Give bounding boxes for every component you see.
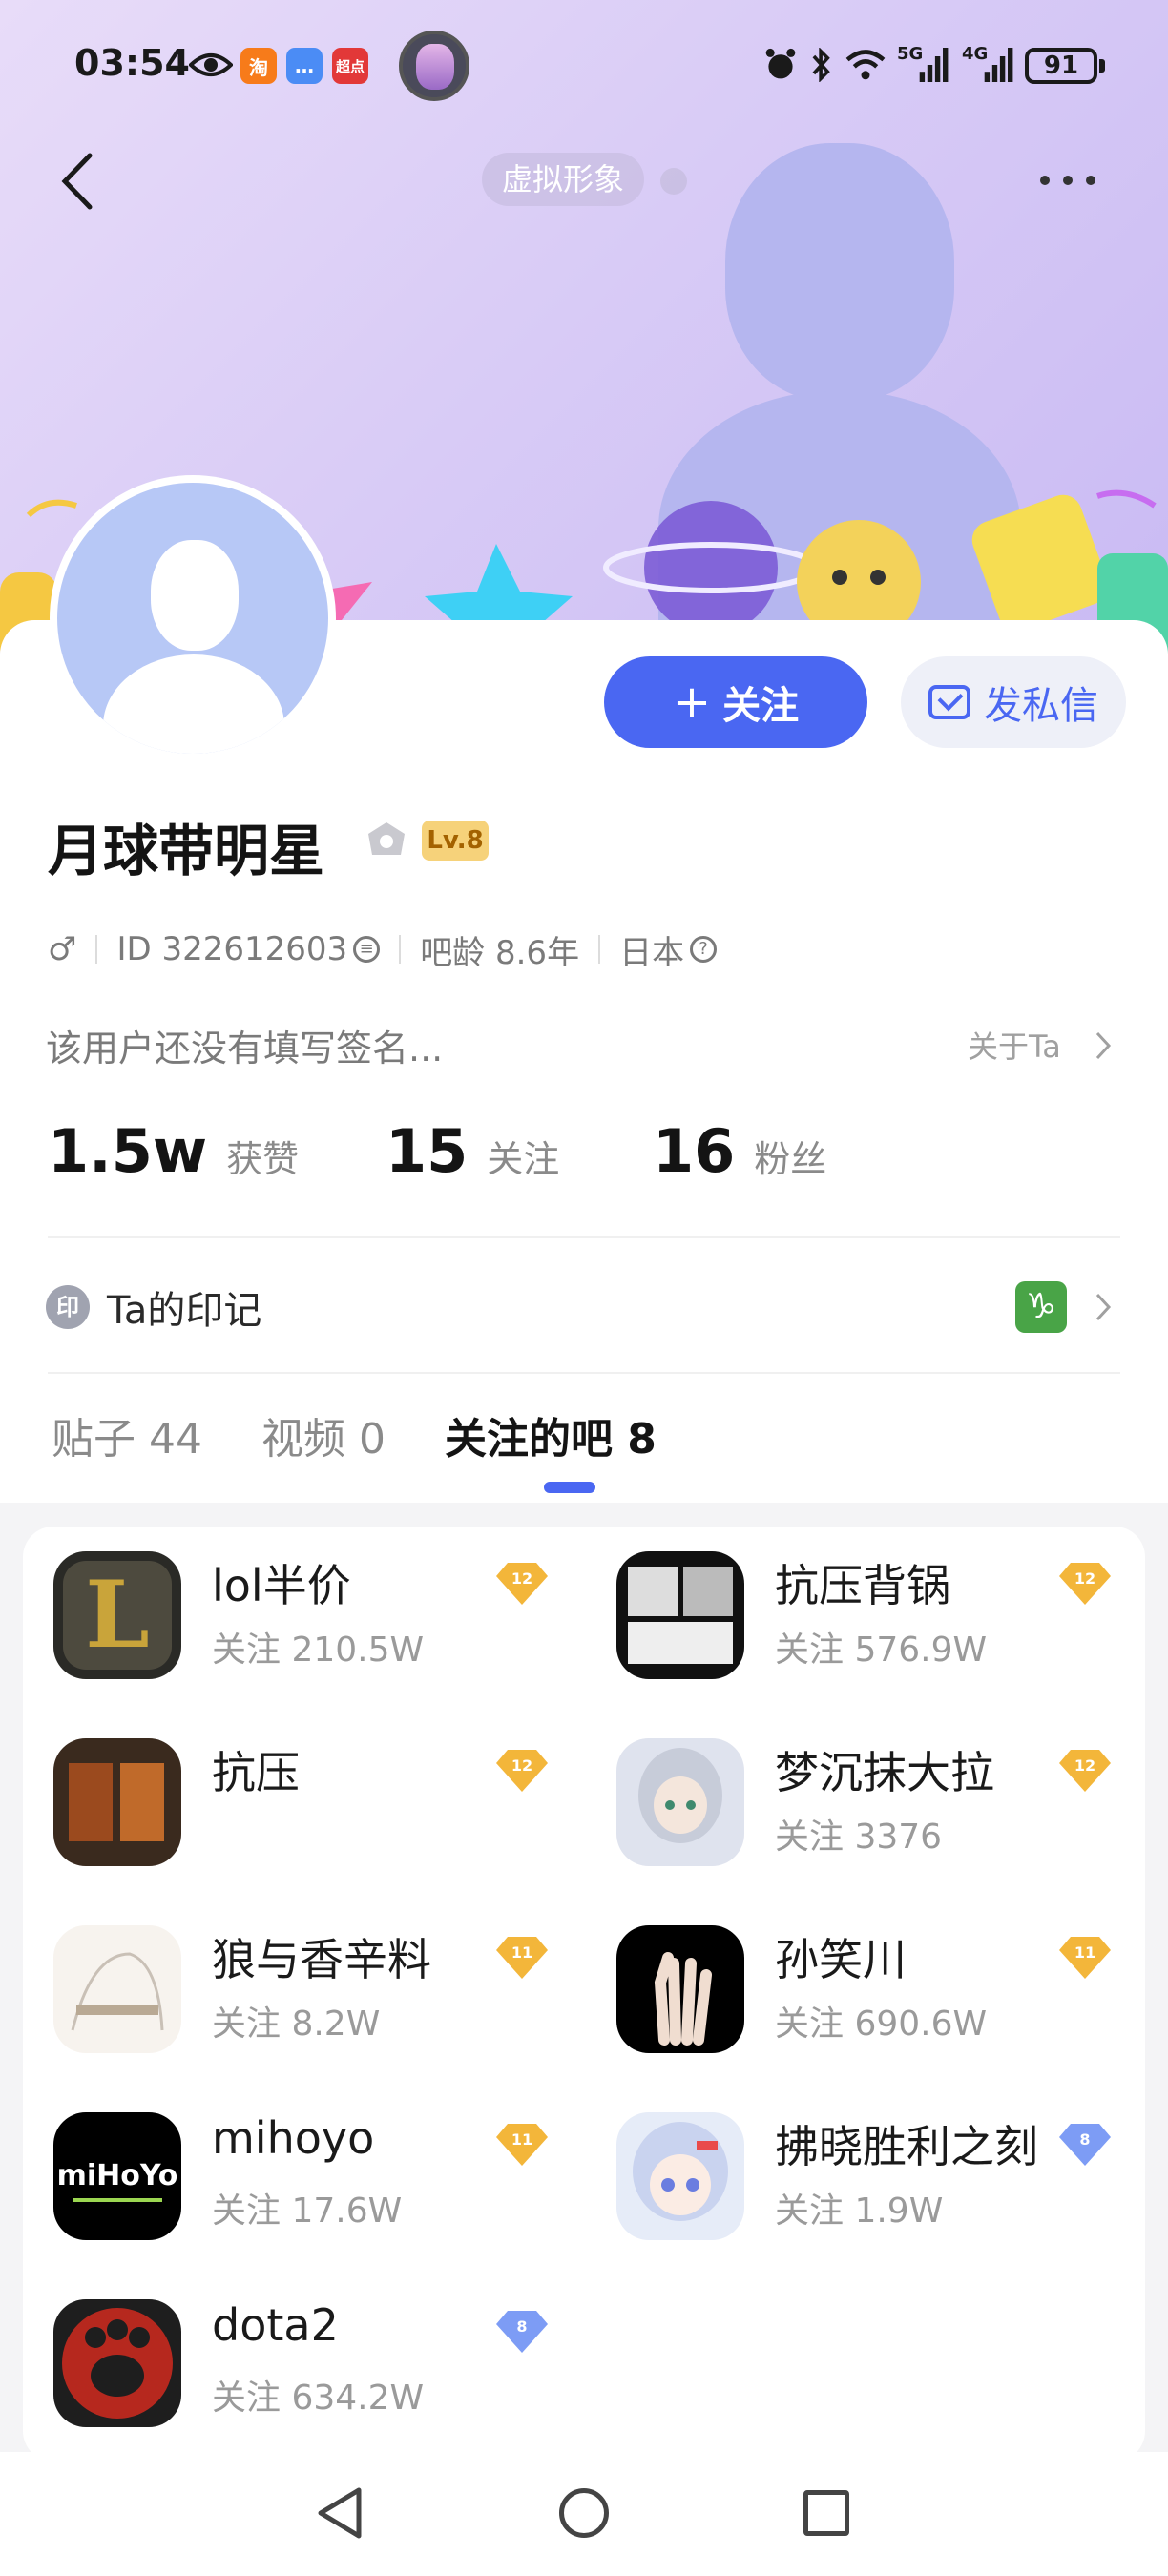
avatar[interactable]: [50, 475, 336, 761]
back-button[interactable]: [53, 148, 101, 215]
status-time: 03:54: [74, 42, 190, 84]
bar-thumbnail: [616, 2112, 744, 2240]
message-app-icon: …: [286, 48, 323, 84]
mail-icon: [928, 685, 970, 719]
bar-item-kangya-beiguo[interactable]: 抗压背锅 关注 576.9W 12: [586, 1551, 1120, 1694]
chevron-right-icon[interactable]: [1094, 1030, 1113, 1061]
bar-item-sunxiaochuan[interactable]: 孙笑川 关注 690.6W 11: [586, 1925, 1120, 2068]
level-gem-icon: 12: [1059, 1563, 1111, 1605]
bar-thumbnail: [53, 2299, 181, 2427]
bar-thumbnail: [53, 1738, 181, 1866]
more-options-button[interactable]: [1040, 162, 1101, 200]
divider: [48, 1372, 1120, 1374]
level-gem-icon: 12: [496, 1750, 548, 1792]
svg-text:miHoYo: miHoYo: [57, 2159, 178, 2192]
status-bar: 03:54 淘 … 超点 5G 4G 91: [0, 0, 1168, 134]
level-gem-icon: 11: [496, 1937, 548, 1979]
svg-text:8: 8: [516, 2317, 527, 2336]
username: 月球带明星: [48, 819, 325, 883]
tab-posts[interactable]: 贴子 44: [52, 1404, 202, 1471]
stats-row: 1.5w 获赞 15 关注 16 粉丝: [48, 1116, 826, 1193]
nav-recent-apps-icon[interactable]: [803, 2490, 849, 2536]
nav-back-icon[interactable]: [315, 2486, 366, 2540]
bar-item-dota2[interactable]: dota2 关注 634.2W 8: [23, 2299, 557, 2442]
virtual-avatar-pill[interactable]: 虚拟形象: [482, 153, 644, 206]
bar-thumbnail: [53, 1925, 181, 2053]
profile-screen: 03:54 淘 … 超点 5G 4G 91 虚拟形象 + 关注 发私信 月球带明…: [0, 0, 1168, 2576]
location: 日本: [619, 933, 685, 972]
bluetooth-icon: [812, 48, 830, 82]
floating-avatar[interactable]: [399, 31, 469, 101]
tab-videos[interactable]: 视频 0: [261, 1404, 386, 1471]
stat-likes[interactable]: 1.5w 获赞: [48, 1116, 386, 1186]
about-link[interactable]: 关于Ta: [968, 1023, 1061, 1067]
level-gem-icon: 11: [1059, 1937, 1111, 1979]
profile-tabs: 贴子 44 视频 0 关注的吧 8: [52, 1404, 716, 1471]
gender-male-icon: ♂: [48, 930, 77, 968]
level-gem-icon: 8: [1059, 2124, 1111, 2166]
svg-text:12: 12: [511, 1756, 532, 1775]
follow-button[interactable]: + 关注: [604, 656, 867, 748]
mark-row[interactable]: 印 Ta的印记: [46, 1278, 261, 1336]
alarm-icon: [765, 48, 796, 79]
level-badge[interactable]: Lv.8: [422, 821, 489, 861]
stat-fans[interactable]: 16 粉丝: [653, 1116, 826, 1186]
chevron-right-icon[interactable]: [1094, 1292, 1113, 1322]
tab-followed-bars[interactable]: 关注的吧 8: [445, 1404, 657, 1471]
stat-following[interactable]: 15 关注: [386, 1116, 653, 1186]
level-gem-icon: 12: [1059, 1750, 1111, 1792]
help-icon[interactable]: ?: [690, 936, 718, 963]
bar-thumbnail: L: [53, 1551, 181, 1679]
svg-text:L: L: [85, 1561, 150, 1669]
virtual-avatar-silhouette: [725, 143, 954, 401]
taobao-app-icon: 淘: [240, 48, 277, 84]
svg-text:12: 12: [511, 1569, 532, 1588]
svg-text:12: 12: [1074, 1569, 1095, 1588]
profile-meta-row: ♂ ID 322612603 ≡ 吧龄 8.6年 日本 ?: [48, 925, 718, 973]
bar-thumbnail: miHoYo: [53, 2112, 181, 2240]
signature: 该用户还没有填写签名...: [46, 1028, 444, 1070]
rank-crown-icon[interactable]: [366, 821, 407, 861]
capricorn-icon[interactable]: ♑: [1015, 1281, 1067, 1333]
bar-thumbnail: [616, 1925, 744, 2053]
private-message-button[interactable]: 发私信: [901, 656, 1126, 748]
bar-age: 吧龄 8.6年: [420, 933, 580, 972]
svg-text:11: 11: [1074, 1943, 1095, 1962]
bar-item-lol[interactable]: L lol半价 关注 210.5W 12: [23, 1551, 557, 1694]
tab-indicator: [544, 1482, 595, 1493]
bar-item-kangya[interactable]: 抗压 12: [23, 1738, 557, 1881]
bar-item-mengchen[interactable]: 梦沉抹大拉 关注 3376 12: [586, 1738, 1120, 1881]
bar-item-spice-wolf[interactable]: 狼与香辛料 关注 8.2W 11: [23, 1925, 557, 2068]
user-id[interactable]: ID 322612603: [116, 930, 347, 968]
battery-indicator: 91: [1025, 48, 1097, 84]
bar-thumbnail: [616, 1551, 744, 1679]
svg-text:12: 12: [1074, 1756, 1095, 1775]
bar-item-mihoyo[interactable]: miHoYo mihoyo 关注 17.6W 11: [23, 2112, 557, 2255]
level-gem-icon: 11: [496, 2124, 548, 2166]
divider: [48, 1236, 1120, 1238]
nav-home-icon[interactable]: [559, 2488, 609, 2538]
qidian-app-icon: 超点: [332, 48, 368, 84]
svg-text:8: 8: [1079, 2130, 1090, 2149]
seal-icon: 印: [46, 1285, 90, 1329]
svg-text:11: 11: [511, 1943, 532, 1962]
wifi-icon: [845, 50, 886, 80]
bar-thumbnail: [616, 1738, 744, 1866]
svg-text:11: 11: [511, 2130, 532, 2149]
eye-icon: [189, 53, 233, 76]
virtual-avatar-dot: [660, 168, 687, 195]
bar-item-fuxiao[interactable]: 拂晓胜利之刻 关注 1.9W 8: [586, 2112, 1120, 2255]
signal-icon: [984, 48, 1013, 82]
signal-icon: [919, 48, 949, 82]
level-gem-icon: 12: [496, 1563, 548, 1605]
level-gem-icon: 8: [496, 2311, 548, 2353]
copy-id-icon[interactable]: ≡: [353, 936, 381, 963]
